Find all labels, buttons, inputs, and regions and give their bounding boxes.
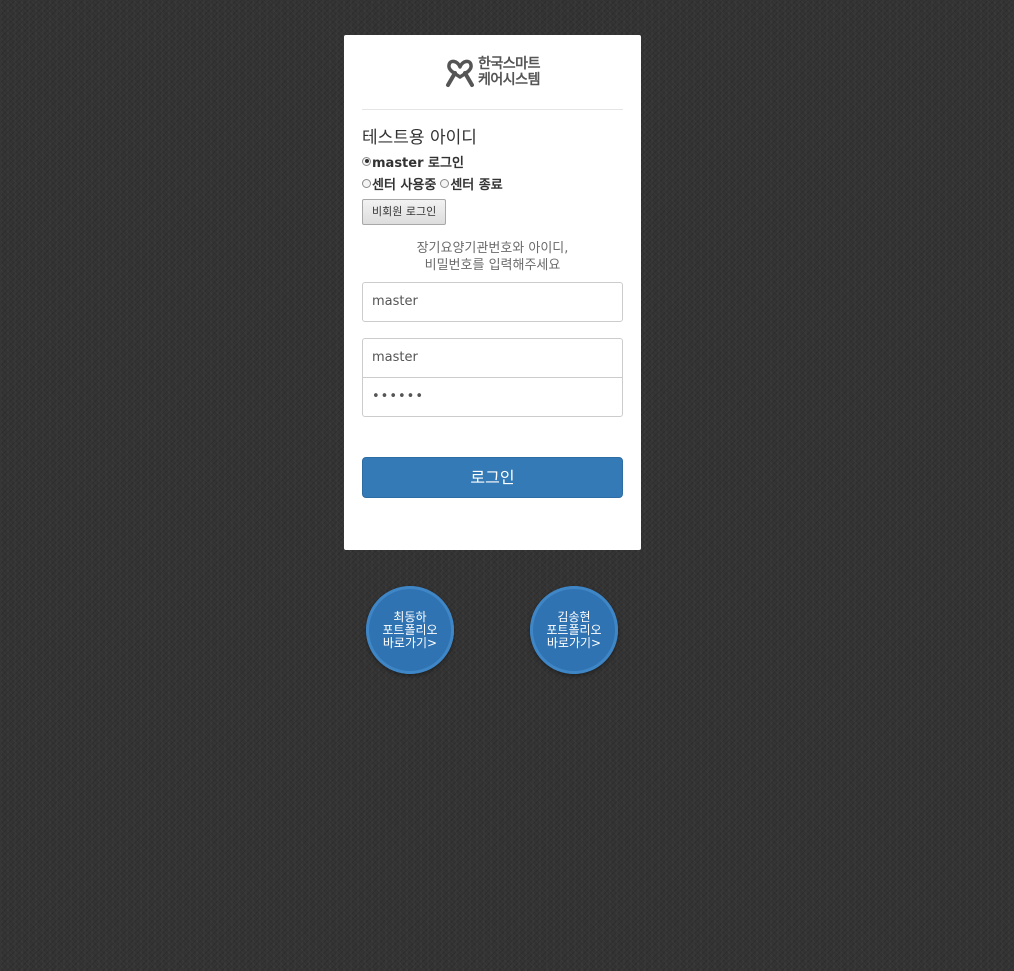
portfolio-name: 최동하	[393, 609, 427, 624]
center-active-radio[interactable]	[362, 178, 371, 188]
login-instructions: 장기요양기관번호와 아이디, 비밀번호를 입력해주세요	[362, 240, 623, 274]
portfolio-name: 김송현	[557, 609, 591, 624]
radio-row-center: 센터 사용중 센터 종료	[362, 176, 623, 196]
password-input[interactable]: ••••••	[362, 377, 623, 417]
guest-login-button[interactable]: 비회원 로그인	[362, 199, 447, 225]
portfolio-label: 포트폴리오	[382, 622, 438, 637]
login-card: 한국스마트 케어시스템 테스트용 아이디 master 로그인 센터 사용중 센…	[344, 35, 641, 550]
logo-header: 한국스마트 케어시스템	[362, 35, 623, 110]
master-login-radio[interactable]	[362, 156, 371, 166]
instructions-line-2: 비밀번호를 입력해주세요	[424, 258, 561, 273]
logo-line-1: 한국스마트	[478, 56, 540, 72]
center-ended-radio[interactable]	[440, 178, 450, 188]
portfolio-goto: 바로가기>	[382, 635, 438, 650]
master-login-label: master 로그인	[372, 156, 464, 171]
radio-row-master: master 로그인	[362, 154, 623, 174]
portfolio-link-choi[interactable]: 최동하 포트폴리오 바로가기>	[366, 586, 454, 674]
instructions-line-1: 장기요양기관번호와 아이디,	[416, 241, 569, 256]
logo-line-2: 케어시스템	[478, 72, 540, 88]
center-ended-label: 센터 종료	[450, 178, 503, 193]
center-active-label: 센터 사용중	[372, 178, 437, 193]
login-button[interactable]: 로그인	[362, 457, 623, 498]
institution-number-input[interactable]: master	[362, 282, 623, 322]
logo-text: 한국스마트 케어시스템	[478, 56, 540, 88]
credentials-group: master ••••••	[362, 338, 623, 417]
portfolio-goto: 바로가기>	[546, 635, 602, 650]
ribbon-heart-icon	[446, 59, 475, 87]
portfolio-label: 포트폴리오	[546, 622, 602, 637]
user-id-input[interactable]: master	[362, 338, 623, 378]
test-account-title: 테스트용 아이디	[362, 128, 477, 148]
portfolio-link-kim[interactable]: 김송현 포트폴리오 바로가기>	[530, 586, 618, 674]
logo: 한국스마트 케어시스템	[445, 55, 540, 89]
